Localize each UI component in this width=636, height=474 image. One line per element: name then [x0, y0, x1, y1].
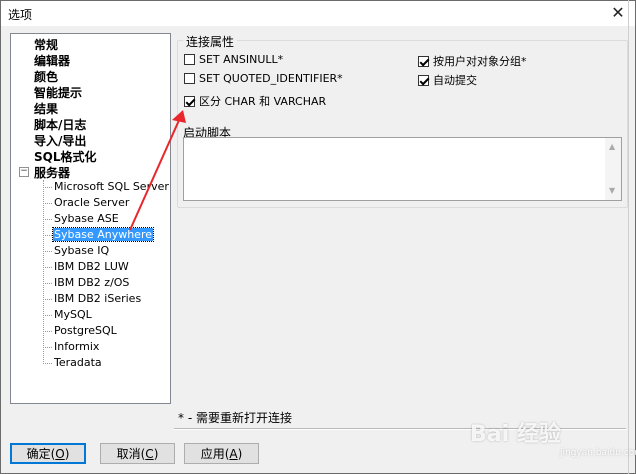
option-ansinull[interactable]: SET ANSINULL* — [184, 53, 283, 66]
startup-script-textarea[interactable]: ▲ ▼ — [183, 137, 622, 201]
tree-item-mysql[interactable]: MySQL — [54, 308, 92, 321]
tree-item-sybase-iq[interactable]: Sybase IQ — [54, 244, 109, 257]
tree-item-servers[interactable]: 服务器 — [34, 164, 70, 181]
window-title: 选项 — [8, 8, 33, 22]
tree-connector — [43, 203, 52, 204]
tree-item-informix[interactable]: Informix — [54, 340, 99, 353]
tree-item-oracle[interactable]: Oracle Server — [54, 196, 129, 209]
ansinull-checkbox[interactable] — [184, 54, 195, 65]
tree-connector — [43, 347, 52, 348]
tree-connector — [43, 299, 52, 300]
close-icon[interactable]: ✕ — [609, 4, 627, 22]
cancel-button[interactable]: 取消(C) — [100, 443, 175, 464]
option-label: 按用户对对象分组* — [433, 55, 527, 68]
ok-button[interactable]: 确定(O) — [10, 443, 86, 464]
tree-item-db2-zos[interactable]: IBM DB2 z/OS — [54, 276, 129, 289]
tree-item-intellisense[interactable]: 智能提示 — [34, 84, 82, 101]
quoted-identifier-checkbox[interactable] — [184, 73, 195, 84]
tree-item-import-export[interactable]: 导入/导出 — [34, 132, 86, 149]
option-label: 区分 CHAR 和 VARCHAR — [199, 95, 327, 108]
group-title: 连接属性 — [183, 33, 238, 50]
tree-item-db2-iseries[interactable]: IBM DB2 iSeries — [54, 292, 141, 305]
tree-connector — [43, 187, 52, 188]
tree-item-db2-luw[interactable]: IBM DB2 LUW — [54, 260, 129, 273]
tree-connector — [43, 235, 52, 236]
auto-commit-checkbox[interactable] — [418, 74, 429, 86]
char-varchar-checkbox[interactable] — [184, 95, 195, 107]
option-auto-commit[interactable]: 自动提交 — [418, 72, 477, 88]
reconnect-note: * - 需要重新打开连接 — [178, 411, 292, 425]
tree-connector — [43, 180, 44, 364]
apply-button[interactable]: 应用(A) — [184, 443, 259, 464]
vertical-scrollbar[interactable]: ▲ ▼ — [605, 138, 621, 200]
tree-connector — [43, 283, 52, 284]
scroll-up-icon[interactable]: ▲ — [609, 142, 615, 151]
option-label: SET QUOTED_IDENTIFIER* — [199, 72, 343, 85]
tree-connector — [43, 363, 52, 364]
option-label: 自动提交 — [433, 74, 477, 87]
option-label: SET ANSINULL* — [199, 53, 284, 66]
tree-connector — [43, 267, 52, 268]
option-group-by-user[interactable]: 按用户对对象分组* — [418, 53, 527, 69]
tree-item-sybase-ase[interactable]: Sybase ASE — [54, 212, 119, 225]
tree-item-editor[interactable]: 编辑器 — [34, 52, 70, 69]
tree-item-mssql[interactable]: Microsoft SQL Server — [54, 180, 169, 193]
scroll-down-icon[interactable]: ▼ — [609, 186, 615, 195]
tree-connector — [43, 219, 52, 220]
watermark-logo: Bai 经验 — [470, 422, 561, 447]
group-by-user-checkbox[interactable] — [418, 55, 429, 67]
tree-item-colors[interactable]: 颜色 — [34, 68, 58, 85]
options-tree[interactable]: 常规 编辑器 颜色 智能提示 结果 脚本/日志 导入/导出 SQL格式化 − 服… — [10, 33, 171, 404]
tree-item-postgresql[interactable]: PostgreSQL — [54, 324, 117, 337]
tree-connector — [43, 331, 52, 332]
tree-connector — [43, 315, 52, 316]
tree-item-script-log[interactable]: 脚本/日志 — [34, 116, 86, 133]
tree-item-general[interactable]: 常规 — [34, 36, 58, 53]
tree-item-sql-format[interactable]: SQL格式化 — [34, 148, 97, 165]
tree-item-results[interactable]: 结果 — [34, 100, 58, 117]
collapse-toggle-icon[interactable]: − — [19, 167, 29, 177]
tree-connector — [43, 251, 52, 252]
tree-item-sybase-anywhere[interactable]: Sybase Anywhere — [51, 227, 155, 242]
title-bar: 选项 ✕ — [1, 1, 635, 26]
option-distinguish-char-varchar[interactable]: 区分 CHAR 和 VARCHAR — [184, 93, 326, 109]
option-quoted-identifier[interactable]: SET QUOTED_IDENTIFIER* — [184, 72, 343, 85]
edge-divider — [628, 0, 629, 474]
watermark-url: jingyan.baidu.com — [560, 448, 636, 458]
tree-item-teradata[interactable]: Teradata — [54, 356, 102, 369]
